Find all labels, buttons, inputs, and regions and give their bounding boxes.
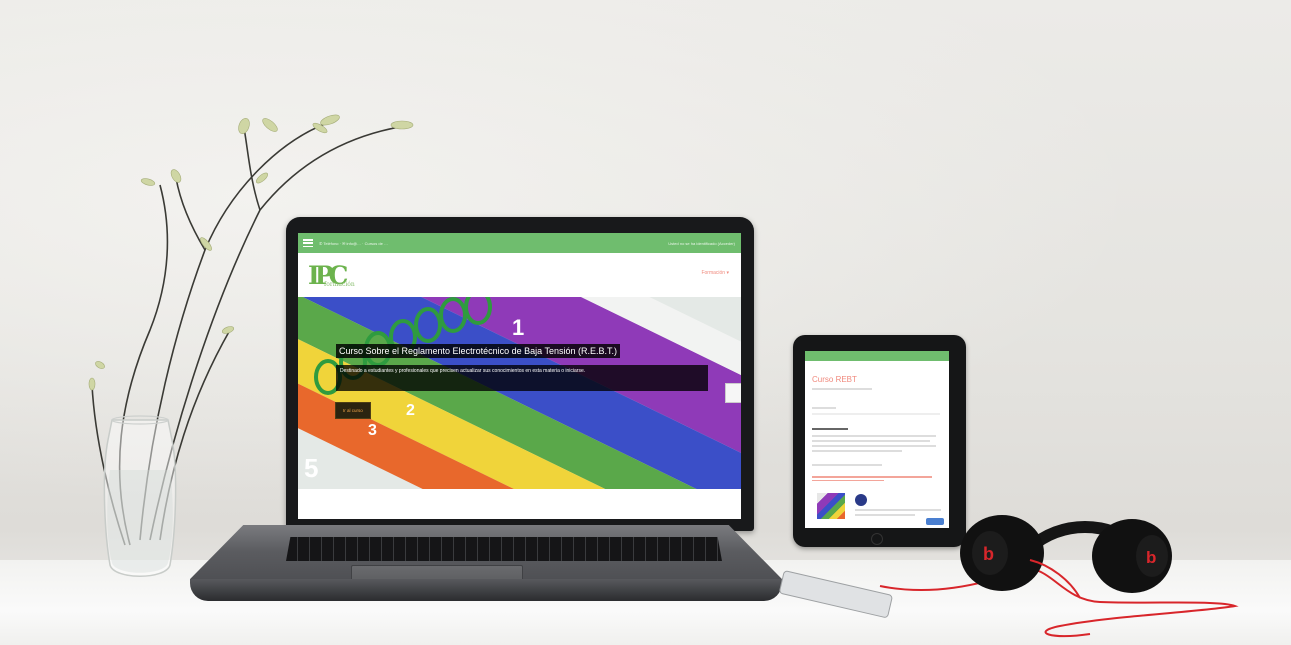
desk-scene: ✆ Teléfono · ✉ info@… · Cursos de … Uste… <box>0 0 1291 645</box>
right-earcup: b <box>1092 519 1172 593</box>
headphone-cable <box>879 567 1239 638</box>
svg-text:b: b <box>983 544 994 564</box>
headphones: b b <box>879 515 1239 638</box>
svg-text:b: b <box>1146 548 1156 567</box>
left-earcup: b <box>960 515 1044 591</box>
